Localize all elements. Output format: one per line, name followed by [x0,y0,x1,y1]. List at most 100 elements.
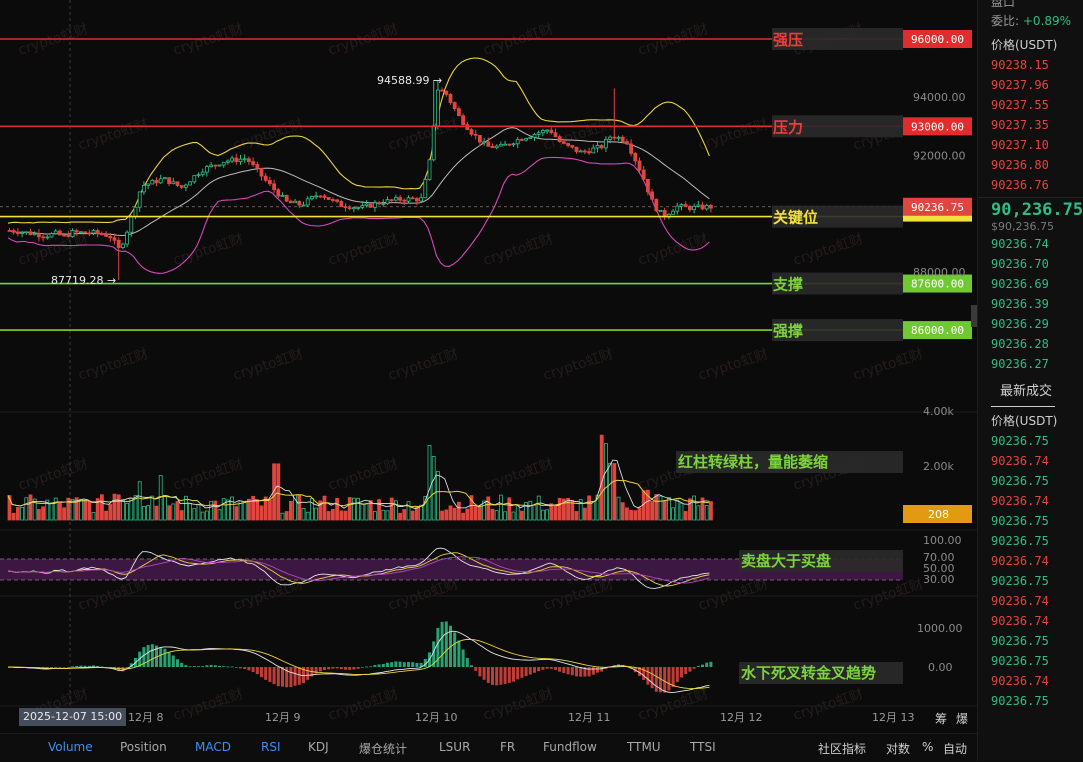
candle-body [700,204,705,210]
candle-body [20,232,25,234]
ask-row[interactable]: 90237.96 [978,75,1083,95]
trade-row[interactable]: 90236.74 [978,671,1083,691]
macd-bar [524,667,528,677]
trade-row[interactable]: 90236.75 [978,571,1083,591]
volume-bar [284,511,289,521]
tab-爆仓统计[interactable]: 爆仓统计 [359,740,407,757]
chip-toggle[interactable]: 筹 [935,710,947,727]
tab-fundflow[interactable]: Fundflow [543,740,597,754]
tab-kdj[interactable]: KDJ [308,740,329,754]
ask-row[interactable]: 90237.55 [978,95,1083,115]
macd-bar [554,667,557,670]
macd-bar [352,667,356,670]
bid-row[interactable]: 90236.29 [978,314,1083,334]
trade-row[interactable]: 90236.74 [978,491,1083,511]
trade-row[interactable]: 90236.75 [978,511,1083,531]
trade-row[interactable]: 90236.75 [978,691,1083,711]
macd-note: 水下死叉转金叉趋势 [741,664,876,682]
candle-body [343,206,348,209]
macd-bar [62,667,66,668]
volume-bar [100,494,104,521]
bid-row[interactable]: 90236.69 [978,274,1083,294]
trade-row[interactable]: 90236.74 [978,611,1083,631]
candle-body [688,206,692,211]
candle-body [246,158,251,162]
macd-bar [306,667,310,680]
current-price-text: 90236.75 [911,201,964,214]
volume-bar [314,507,319,521]
bid-row[interactable]: 90236.70 [978,254,1083,274]
tab-lsur[interactable]: LSUR [439,740,470,754]
volume-bar [536,495,541,521]
bid-row[interactable]: 90236.74 [978,234,1083,254]
ask-row[interactable]: 90238.15 [978,55,1083,75]
candle-body [288,200,293,204]
volume-bar [204,510,209,521]
volume-bar [456,501,461,521]
x-axis-label: 12月 13 [872,711,915,724]
trade-row[interactable]: 90236.74 [978,451,1083,471]
tab-rsi[interactable]: RSI [261,740,281,754]
chart-canvas[interactable]: crypto虹财 crypto虹财 crypto虹财 crypto虹财 crypto虹财… [0,0,977,733]
candle-body [541,129,545,134]
volume-bar [692,495,696,521]
candle-body [267,180,272,185]
ask-row[interactable]: 90236.76 [978,175,1083,195]
volume-bar [347,497,352,521]
ask-row[interactable]: 90237.35 [978,115,1083,135]
tab-ttmu[interactable]: TTMU [627,740,661,754]
bid-row[interactable]: 90236.27 [978,354,1083,374]
auto-scale-toggle[interactable]: 自动 [943,740,967,757]
volume-bar [650,501,654,521]
candle-body [339,201,344,208]
volume-bar [629,509,633,521]
candle-body [37,233,41,238]
trade-row[interactable]: 90236.75 [978,431,1083,451]
macd-bar [390,662,394,667]
tab-ttsi[interactable]: TTSI [690,740,716,754]
tab-macd[interactable]: MACD [195,740,231,754]
tab-volume[interactable]: Volume [48,740,93,754]
volume-bar [246,498,251,521]
candle-body [431,125,436,161]
candle-body [658,210,663,212]
volume-bar [385,510,390,521]
log-scale-toggle[interactable]: 对数 [886,740,910,757]
tab-position[interactable]: Position [120,740,167,754]
volume-bar [196,503,201,521]
macd-bar [575,667,578,677]
macd-bar [192,666,196,667]
candle-body [259,167,264,177]
x-axis-label: 12月 9 [265,711,301,724]
macd-bar [318,667,322,672]
bid-row[interactable]: 90236.28 [978,334,1083,354]
trade-row[interactable]: 90236.75 [978,651,1083,671]
macd-bar [470,665,473,667]
latest-trades-title[interactable]: 最新成交 [978,382,1083,402]
volume-bar [498,494,503,521]
ask-row[interactable]: 90236.80 [978,155,1083,175]
macd-bar [209,664,213,667]
macd-bar [642,667,646,681]
tab-fr[interactable]: FR [500,740,515,754]
level-price-text: 87600.00 [911,278,964,291]
macd-bar [549,667,553,669]
trade-row[interactable]: 90236.74 [978,551,1083,571]
trade-row[interactable]: 90236.74 [978,591,1083,611]
macd-bar [486,667,490,683]
candle-body [58,230,62,236]
bid-row[interactable]: 90236.39 [978,294,1083,314]
macd-bar [692,667,696,669]
volume-bar [557,497,562,521]
percent-scale-toggle[interactable]: % [922,740,933,754]
community-indicators-button[interactable]: 社区指标 [818,740,866,757]
volume-bar [305,511,310,521]
ask-row[interactable]: 90237.10 [978,135,1083,155]
trade-row[interactable]: 90236.75 [978,471,1083,491]
burst-toggle[interactable]: 爆 [956,710,968,727]
volume-bar [150,495,155,521]
candle-body [360,205,365,208]
trade-row[interactable]: 90236.75 [978,631,1083,651]
trade-row[interactable]: 90236.75 [978,531,1083,551]
candle-body [490,145,495,149]
